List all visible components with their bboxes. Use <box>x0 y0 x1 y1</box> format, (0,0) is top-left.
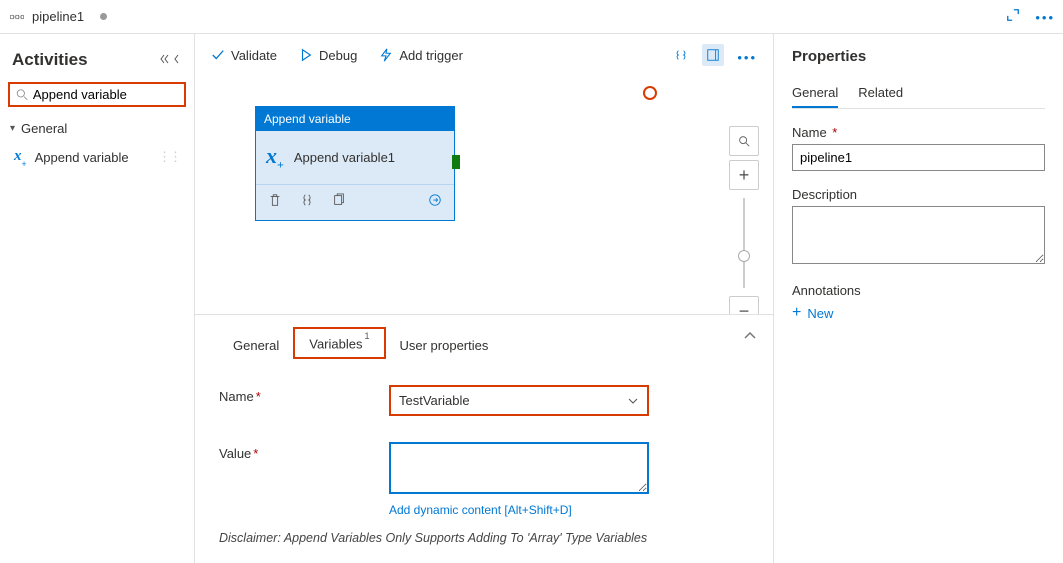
toolbar-more-icon[interactable]: ••• <box>737 50 757 65</box>
activity-append-variable[interactable]: x+ Append variable ⋮⋮ <box>6 142 188 172</box>
collapse-sidebar-icon[interactable] <box>160 53 182 68</box>
prop-annotations-label: Annotations <box>792 283 1045 298</box>
topbar: pipeline1 ••• <box>0 0 1063 34</box>
properties-title: Properties <box>792 48 1045 65</box>
expand-node-icon[interactable] <box>428 193 442 210</box>
zoom-thumb[interactable] <box>738 250 750 262</box>
copy-icon[interactable] <box>332 193 346 210</box>
pipeline-toolbar: Validate Debug Add trigger ••• <box>195 34 773 76</box>
prop-tab-general[interactable]: General <box>792 79 838 108</box>
activity-label: Append variable <box>35 150 129 165</box>
value-label: Value* <box>219 442 389 461</box>
expand-icon[interactable] <box>1006 10 1020 25</box>
group-general[interactable]: General <box>6 115 188 142</box>
collapse-panel-icon[interactable] <box>743 329 757 344</box>
properties-toggle-icon[interactable] <box>702 44 724 66</box>
activity-search[interactable] <box>8 82 186 107</box>
code-braces-icon[interactable] <box>300 193 314 210</box>
search-icon <box>16 88 29 102</box>
delete-icon[interactable] <box>268 193 282 210</box>
activity-search-input[interactable] <box>29 87 178 102</box>
prop-desc-label: Description <box>792 187 1045 202</box>
activity-settings-panel: General Variables1 User properties Name*… <box>195 314 773 563</box>
unsaved-indicator <box>100 13 107 20</box>
chevron-down-icon <box>627 396 639 406</box>
new-annotation-button[interactable]: + New <box>792 304 1045 322</box>
pipeline-description-input[interactable] <box>792 206 1045 264</box>
tab-title[interactable]: pipeline1 <box>32 9 84 24</box>
debug-button[interactable]: Debug <box>299 48 357 63</box>
tab-general[interactable]: General <box>219 332 293 359</box>
zoom-controls: + − <box>729 126 759 314</box>
variable-icon: x+ <box>266 143 284 172</box>
code-view-icon[interactable] <box>674 50 688 65</box>
drag-handle-icon[interactable]: ⋮⋮ <box>158 149 180 165</box>
variable-icon: x+ <box>14 148 27 166</box>
prop-tab-related[interactable]: Related <box>858 79 903 108</box>
check-icon <box>211 48 225 62</box>
pipeline-icon <box>8 10 26 24</box>
tab-user-properties[interactable]: User properties <box>386 332 503 359</box>
node-header: Append variable <box>256 107 454 131</box>
variable-name-select[interactable]: TestVariable <box>389 385 649 416</box>
plus-icon: + <box>792 304 801 322</box>
variable-name-value: TestVariable <box>399 393 470 408</box>
canvas-append-variable-node[interactable]: Append variable x+ Append variable1 <box>255 106 455 221</box>
add-dynamic-content-link[interactable]: Add dynamic content [Alt+Shift+D] <box>389 503 649 517</box>
bolt-icon <box>379 48 393 62</box>
activities-title: Activities <box>12 50 88 70</box>
tab-variables[interactable]: Variables1 <box>293 327 385 359</box>
pipeline-canvas[interactable]: Append variable x+ Append variable1 + − <box>195 76 773 314</box>
add-trigger-button[interactable]: Add trigger <box>379 48 463 63</box>
prop-name-label: Name * <box>792 125 1045 140</box>
validate-button[interactable]: Validate <box>211 48 277 63</box>
pipeline-name-input[interactable] <box>792 144 1045 171</box>
zoom-in-button[interactable]: + <box>729 160 759 190</box>
highlight-marker <box>643 86 657 100</box>
activities-sidebar: Activities General x+ Append variable ⋮⋮ <box>0 34 195 563</box>
more-icon[interactable]: ••• <box>1035 10 1055 25</box>
variable-value-input[interactable] <box>389 442 649 494</box>
node-title: Append variable1 <box>294 150 395 165</box>
output-handle[interactable] <box>452 155 460 169</box>
disclaimer-text: Disclaimer: Append Variables Only Suppor… <box>219 531 749 545</box>
properties-pane: Properties General Related Name * Descri… <box>773 34 1063 563</box>
name-label: Name* <box>219 385 389 404</box>
zoom-slider[interactable] <box>743 198 745 288</box>
zoom-out-button[interactable]: − <box>729 296 759 314</box>
play-icon <box>299 48 313 62</box>
fit-to-screen-button[interactable] <box>729 126 759 156</box>
